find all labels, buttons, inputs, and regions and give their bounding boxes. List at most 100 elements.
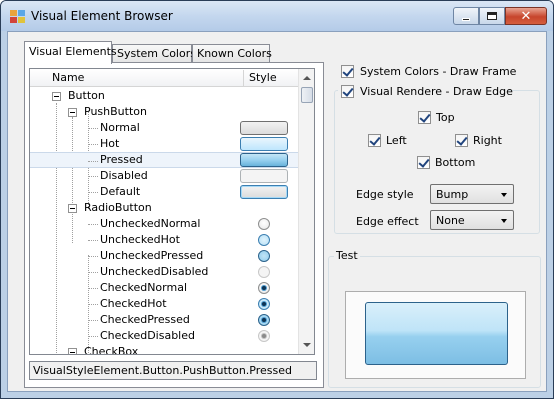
tree-node-label: CheckedPressed — [100, 313, 190, 326]
tree-line — [88, 192, 98, 193]
tab-page-visual-elements: Name Style Button PushButton Normal Hot … — [24, 62, 324, 388]
column-header-style[interactable]: Style — [249, 71, 277, 84]
element-tree[interactable]: Name Style Button PushButton Normal Hot … — [29, 68, 315, 355]
tree-row[interactable]: PushButton — [30, 104, 298, 120]
tree-row[interactable]: UncheckedNormal — [30, 216, 298, 232]
collapse-icon[interactable] — [68, 108, 77, 117]
chevron-down-icon — [501, 193, 507, 197]
tree-node-label: Normal — [100, 121, 140, 134]
minimize-icon — [462, 17, 470, 21]
tree-row[interactable]: Normal — [30, 120, 298, 136]
edge-effect-value: None — [436, 214, 465, 227]
edge-right-checkbox[interactable] — [455, 134, 468, 147]
style-preview-radio-checked-disabled — [258, 330, 270, 342]
tree-line — [88, 240, 98, 241]
tree-node-label: CheckBox — [84, 345, 139, 355]
edge-style-value: Bump — [436, 188, 469, 201]
scroll-up-icon[interactable] — [303, 76, 311, 80]
tree-node-label: RadioButton — [84, 201, 152, 214]
edge-effect-combo[interactable]: None — [430, 210, 514, 230]
minimize-button[interactable] — [453, 7, 479, 25]
tree-line — [88, 224, 98, 225]
style-preview-radio-unchecked-normal — [258, 218, 270, 230]
column-header-name[interactable]: Name — [52, 71, 84, 84]
tree-line — [88, 256, 98, 257]
style-preview-button-disabled — [240, 169, 288, 183]
tree-line — [88, 336, 98, 337]
main-window: Visual Element Browser ✕ Visual Elements… — [0, 0, 554, 399]
edge-bottom-checkbox[interactable] — [417, 156, 430, 169]
tree-node-label: Hot — [100, 137, 120, 150]
tree-row[interactable]: Default — [30, 184, 298, 200]
tree-row[interactable]: RadioButton — [30, 200, 298, 216]
edge-bottom-label: Bottom — [435, 156, 476, 169]
tree-row[interactable]: Button — [30, 88, 298, 104]
style-preview-radio-checked-pressed — [258, 314, 270, 326]
selected-element-path: VisualStyleElement.Button.PushButton.Pre… — [29, 361, 317, 380]
close-button[interactable]: ✕ — [505, 7, 547, 25]
tree-row[interactable]: CheckedPressed — [30, 312, 298, 328]
app-icon — [10, 10, 26, 24]
close-icon: ✕ — [520, 8, 532, 24]
tree-row[interactable]: CheckedHot — [30, 296, 298, 312]
maximize-icon — [487, 12, 497, 20]
tree-row[interactable]: UncheckedDisabled — [30, 264, 298, 280]
tree-row[interactable]: CheckedDisabled — [30, 328, 298, 344]
tree-line — [88, 272, 98, 273]
edge-right-label: Right — [473, 134, 502, 147]
tree-line — [88, 320, 98, 321]
visual-renderer-draw-edge-checkbox[interactable] — [341, 85, 354, 98]
tree-line — [88, 128, 98, 129]
system-colors-draw-frame-checkbox[interactable] — [341, 65, 354, 78]
style-preview-button-hot — [240, 137, 288, 151]
style-preview-radio-unchecked-pressed — [258, 250, 270, 262]
tree-node-label: PushButton — [84, 105, 147, 118]
tree-row[interactable]: UncheckedHot — [30, 232, 298, 248]
tree-line — [88, 144, 98, 145]
tree-row[interactable]: CheckBox — [30, 344, 298, 355]
scroll-thumb[interactable] — [301, 87, 313, 103]
tree-header: Name Style — [30, 69, 298, 87]
tree-node-label: Default — [100, 185, 141, 198]
tree-row[interactable]: CheckedNormal — [30, 280, 298, 296]
tree-node-label: UncheckedNormal — [100, 217, 201, 230]
tree-node-label: Disabled — [100, 169, 148, 182]
tree-node-label: CheckedDisabled — [100, 329, 195, 342]
style-preview-button-default — [240, 185, 288, 199]
tab-known-colors[interactable]: Known Colors — [192, 44, 272, 63]
tree-row-selected[interactable]: Pressed — [30, 152, 298, 168]
maximize-button[interactable] — [479, 7, 505, 25]
tree-row[interactable]: Disabled — [30, 168, 298, 184]
tree-node-label: CheckedNormal — [100, 281, 187, 294]
test-preview-button[interactable] — [365, 302, 508, 365]
style-preview-button-pressed — [240, 153, 288, 167]
edge-style-combo[interactable]: Bump — [430, 184, 514, 204]
style-preview-radio-unchecked-hot — [258, 234, 270, 246]
edge-left-checkbox[interactable] — [368, 134, 381, 147]
tree-node-label: UncheckedPressed — [100, 249, 204, 262]
collapse-icon[interactable] — [52, 92, 61, 101]
tree-node-label: CheckedHot — [100, 297, 167, 310]
edge-left-label: Left — [386, 134, 407, 147]
edge-top-label: Top — [436, 111, 455, 124]
test-group-title: Test — [334, 249, 360, 262]
chevron-down-icon — [501, 219, 507, 223]
expand-icon[interactable] — [68, 348, 77, 354]
title-bar[interactable]: Visual Element Browser ✕ — [1, 1, 553, 31]
style-preview-button-normal — [240, 121, 288, 135]
style-preview-radio-checked-hot — [258, 298, 270, 310]
edge-top-checkbox[interactable] — [418, 111, 431, 124]
tab-system-colors[interactable]: System Colors — [112, 44, 196, 63]
window-title: Visual Element Browser — [31, 9, 173, 23]
edge-effect-label: Edge effect — [356, 215, 419, 228]
tree-row[interactable]: Hot — [30, 136, 298, 152]
system-colors-draw-frame-label: System Colors - Draw Frame — [360, 65, 517, 78]
collapse-icon[interactable] — [68, 204, 77, 213]
column-divider[interactable] — [243, 70, 244, 86]
tree-row[interactable]: UncheckedPressed — [30, 248, 298, 264]
tree-line — [88, 304, 98, 305]
edge-style-label: Edge style — [356, 188, 414, 201]
tree-vertical-scrollbar[interactable] — [298, 69, 314, 354]
scroll-down-icon[interactable] — [303, 343, 311, 347]
tab-visual-elements[interactable]: Visual Elements — [24, 41, 117, 64]
